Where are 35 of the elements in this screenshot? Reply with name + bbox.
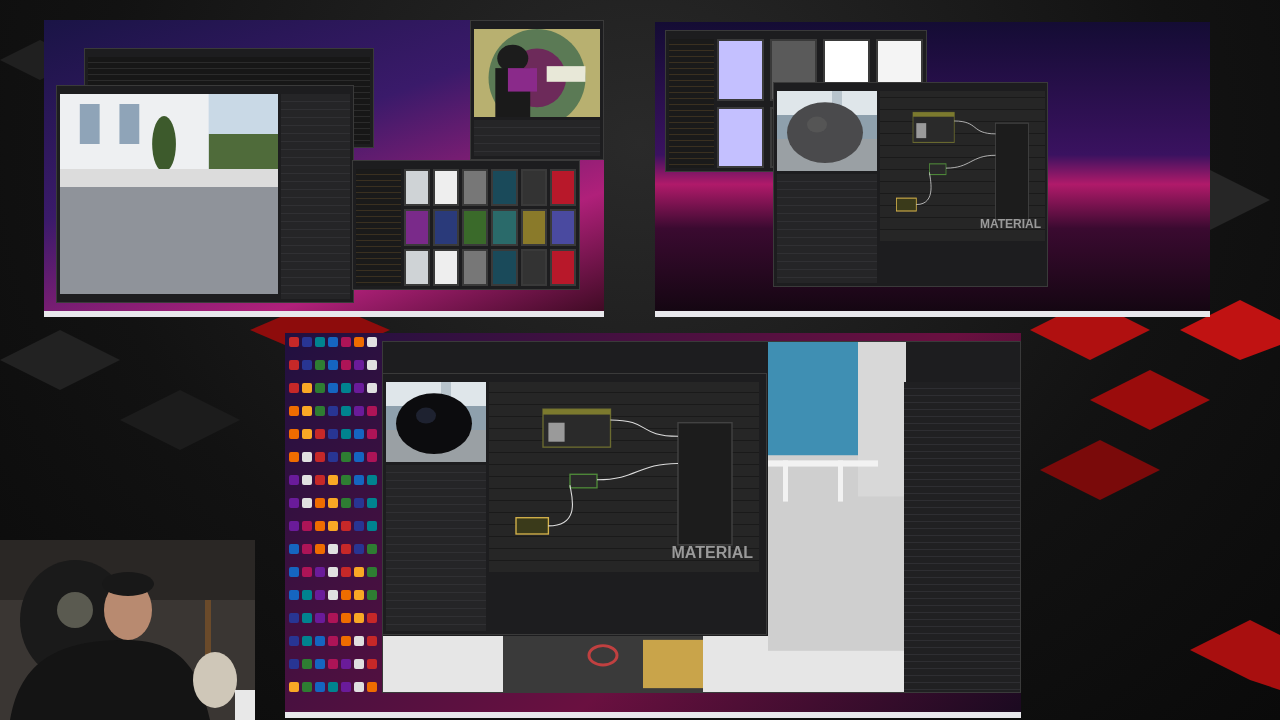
watermark-text: MATERIAL: [979, 217, 1041, 231]
value-node[interactable]: [929, 163, 947, 176]
asset-thumbnail: [520, 249, 547, 286]
asset-thumbnail: [404, 169, 431, 206]
asset-thumbnail: [491, 249, 518, 286]
asset-thumbnail: [462, 209, 489, 246]
asset-thumbnail: [433, 249, 460, 286]
asset-thumbnail: [549, 249, 576, 286]
asset-thumbnail: [520, 209, 547, 246]
asset-thumbnail: [549, 169, 576, 206]
asset-thumbnail: [717, 106, 764, 168]
asset-thumbnail: [491, 169, 518, 206]
asset-thumbnail: [549, 209, 576, 246]
connection-wire: [915, 172, 932, 205]
material-output-node[interactable]: [677, 422, 733, 546]
asset-thumbnail: [433, 209, 460, 246]
color-node[interactable]: [542, 408, 612, 448]
value-node[interactable]: [569, 473, 598, 489]
asset-thumbnail: [462, 169, 489, 206]
color-node[interactable]: [912, 111, 955, 143]
asset-thumbnail: [433, 169, 460, 206]
value-node[interactable]: [515, 517, 550, 535]
asset-thumbnail: [491, 209, 518, 246]
asset-thumbnail: [717, 39, 764, 101]
asset-thumbnail: [462, 249, 489, 286]
connection-wire: [609, 419, 679, 437]
material-output-node[interactable]: [995, 122, 1029, 221]
connection-wire: [945, 154, 996, 169]
watermark-text: MATERIAL: [671, 544, 753, 562]
connection-wire: [953, 120, 996, 135]
asset-thumbnail: [404, 209, 431, 246]
asset-thumbnail: [404, 249, 431, 286]
asset-thumbnail: [520, 169, 547, 206]
connection-wire: [547, 484, 574, 527]
value-node[interactable]: [896, 197, 917, 212]
